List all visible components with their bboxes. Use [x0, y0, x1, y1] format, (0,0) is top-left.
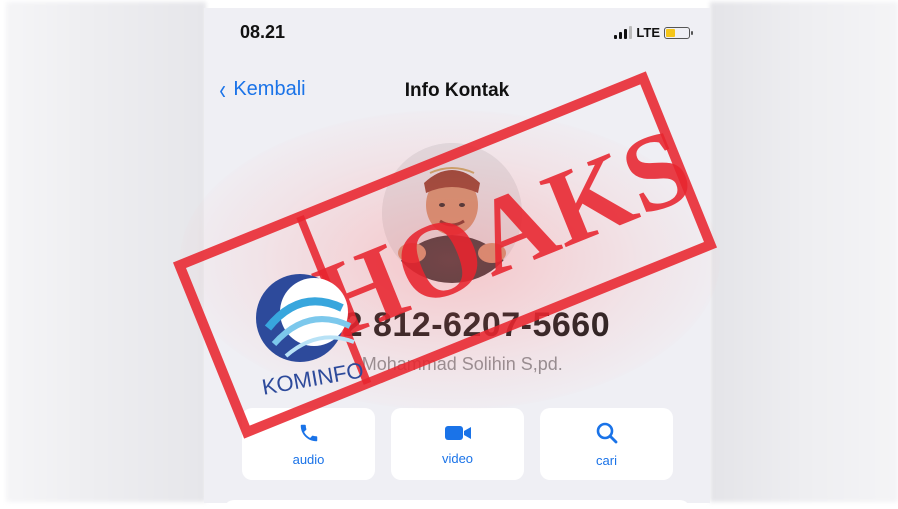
- blurred-background-right: [710, 2, 898, 502]
- search-icon: [596, 422, 617, 443]
- blurred-background-left: [6, 2, 206, 502]
- phone-screen: 08.21 LTE ‹ Kembali Info Kontak +62 812-…: [204, 8, 710, 503]
- network-label: LTE: [636, 25, 660, 40]
- signal-icon: [614, 26, 633, 39]
- avatar[interactable]: [382, 143, 522, 283]
- video-call-button[interactable]: video: [391, 408, 524, 480]
- page-title: Info Kontak: [404, 80, 510, 101]
- audio-call-button[interactable]: audio: [242, 408, 375, 480]
- status-indicators: LTE: [614, 25, 693, 40]
- contact-name: ~Mohammad Solihin S,pd.: [351, 354, 563, 374]
- battery-icon: [664, 26, 693, 39]
- avatar-photo: [382, 143, 522, 283]
- search-button[interactable]: cari: [540, 408, 673, 480]
- screenshot-frame: 08.21 LTE ‹ Kembali Info Kontak +62 812-…: [0, 0, 898, 509]
- action-buttons: audio video cari: [242, 408, 673, 480]
- contact-phone-number: +62 812-6207-5660: [303, 306, 611, 344]
- navigation-bar: ‹ Kembali Info Kontak: [204, 74, 710, 114]
- phone-icon: [300, 424, 317, 441]
- video-camera-icon: [444, 425, 471, 440]
- info-card: [224, 500, 690, 503]
- audio-label: audio: [292, 451, 325, 467]
- video-label: video: [441, 450, 474, 466]
- search-label: cari: [596, 452, 617, 468]
- status-time: 08.21: [240, 22, 286, 42]
